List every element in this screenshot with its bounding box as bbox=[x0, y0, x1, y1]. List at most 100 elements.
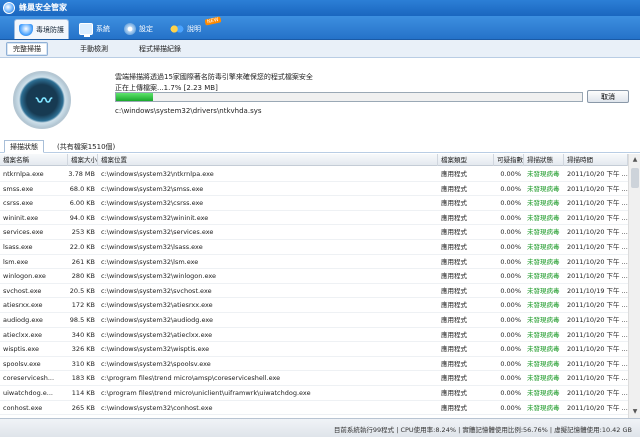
subtab-scan-history[interactable]: 程式掃描紀錄 bbox=[133, 42, 187, 56]
subtab-manual-scan[interactable]: 手動檢測 bbox=[74, 42, 114, 56]
cell-file-size: 94.0 KB bbox=[69, 213, 95, 222]
cell-suspicion: 0.00% bbox=[500, 286, 521, 295]
tab-system[interactable]: 系統 bbox=[75, 19, 114, 39]
cell-scan-status: 未發現病毒 bbox=[527, 213, 560, 222]
table-row[interactable]: coreservicesh... 183 KB c:\program files\t… bbox=[0, 371, 628, 386]
cell-file-name: atiesrxx.exe bbox=[3, 301, 43, 310]
progress-fill bbox=[116, 93, 153, 101]
cell-file-name: lsass.exe bbox=[3, 243, 33, 251]
col-suspicion[interactable]: 可疑指數 bbox=[494, 154, 524, 166]
cell-scan-status: 未發現病毒 bbox=[527, 316, 560, 324]
table-row[interactable]: svchost.exe 20.5 KB c:\windows\system32\sv… bbox=[0, 284, 628, 299]
cell-file-location: c:\windows\system32\audiodg.exe bbox=[101, 316, 214, 324]
col-scan-status[interactable]: 掃描狀態 bbox=[524, 154, 564, 166]
table-row[interactable]: uiwatchdog.e... 114 KB c:\program files\tr… bbox=[0, 386, 628, 401]
system-status-text: 目前系統執行99程式 | CPU使用率:8.24% | 實體記憶體使用比例:56… bbox=[333, 426, 632, 434]
cell-scan-time: 2011/10/20 下午 ... bbox=[567, 316, 628, 324]
cell-suspicion: 0.00% bbox=[500, 184, 521, 193]
cell-file-location: c:\windows\system32\atieclxx.exe bbox=[101, 330, 213, 339]
cell-scan-status: 未發現病毒 bbox=[527, 330, 560, 339]
col-scan-time[interactable]: 掃描時間 bbox=[564, 154, 628, 166]
cell-file-type: 應用程式 bbox=[441, 403, 467, 412]
table-row[interactable]: audiodg.exe 98.5 KB c:\windows\system32\au… bbox=[0, 313, 628, 328]
title-bar: 蜂巢安全管家 bbox=[0, 0, 640, 16]
cell-suspicion: 0.00% bbox=[500, 389, 521, 397]
scroll-down-icon[interactable]: ▼ bbox=[629, 406, 640, 418]
cell-file-type: 應用程式 bbox=[441, 272, 467, 281]
cell-file-name: uiwatchdog.e... bbox=[3, 389, 53, 397]
cell-scan-status: 未發現病毒 bbox=[527, 286, 560, 295]
cell-file-name: services.exe bbox=[3, 228, 44, 237]
monitor-icon bbox=[79, 23, 93, 37]
new-badge: NEW bbox=[204, 16, 222, 26]
vertical-scrollbar[interactable]: ▲ ▼ bbox=[628, 154, 640, 418]
cell-scan-time: 2011/10/20 下午 ... bbox=[567, 345, 628, 354]
scroll-thumb[interactable] bbox=[631, 168, 639, 188]
cell-scan-time: 2011/10/20 下午 ... bbox=[567, 389, 628, 397]
shield-icon bbox=[19, 23, 33, 36]
tab-label: 毒境防護 bbox=[36, 25, 64, 34]
cancel-button[interactable]: 取消 bbox=[587, 90, 629, 103]
cell-suspicion: 0.00% bbox=[500, 272, 521, 281]
cell-scan-time: 2011/10/20 下午 ... bbox=[567, 243, 628, 251]
table-row[interactable]: csrss.exe 6.00 KB c:\windows\system32\csrs… bbox=[0, 196, 628, 211]
tab-label: 設定 bbox=[139, 25, 153, 33]
table-row[interactable]: wininit.exe 94.0 KB c:\windows\system32\wi… bbox=[0, 211, 628, 226]
tab-scan-status[interactable]: 掃描狀態 bbox=[4, 140, 44, 153]
cell-file-type: 應用程式 bbox=[441, 199, 467, 208]
table-row[interactable]: lsm.exe 261 KB c:\windows\system32\lsm.exe… bbox=[0, 255, 628, 270]
table-row[interactable]: services.exe 253 KB c:\windows\system32\se… bbox=[0, 225, 628, 240]
cell-suspicion: 0.00% bbox=[500, 359, 521, 368]
cell-file-name: conhost.exe bbox=[3, 403, 43, 412]
scroll-up-icon[interactable]: ▲ bbox=[629, 154, 640, 166]
col-file-location[interactable]: 檔案位置 bbox=[98, 154, 438, 166]
tab-settings[interactable]: 設定 bbox=[120, 19, 157, 39]
cell-suspicion: 0.00% bbox=[500, 199, 521, 208]
app-logo-icon bbox=[3, 2, 15, 14]
cell-file-location: c:\windows\system32\conhost.exe bbox=[101, 403, 213, 412]
cell-file-size: 98.5 KB bbox=[69, 316, 95, 324]
cell-file-size: 114 KB bbox=[71, 389, 95, 397]
waveform-icon: 〰 bbox=[35, 91, 52, 110]
tab-label: 系統 bbox=[96, 25, 110, 33]
cell-suspicion: 0.00% bbox=[500, 316, 521, 324]
table-row[interactable]: wisptis.exe 326 KB c:\windows\system32\wis… bbox=[0, 342, 628, 357]
cell-file-type: 應用程式 bbox=[441, 374, 467, 383]
col-file-size[interactable]: 檔案大小 bbox=[68, 154, 98, 166]
cell-file-size: 183 KB bbox=[71, 374, 95, 383]
file-count-label: (共有檔案1510個) bbox=[57, 142, 116, 151]
table-row[interactable]: atieclxx.exe 340 KB c:\windows\system32\at… bbox=[0, 328, 628, 343]
cell-scan-status: 未發現病毒 bbox=[527, 199, 560, 208]
cell-suspicion: 0.00% bbox=[500, 257, 521, 266]
cell-file-name: winlogon.exe bbox=[3, 272, 46, 281]
cell-file-name: wisptis.exe bbox=[3, 345, 39, 354]
current-file-path: c:\windows\system32\drivers\ntkvhda.sys bbox=[115, 107, 262, 115]
cell-file-name: svchost.exe bbox=[3, 286, 42, 295]
table-row[interactable]: atiesrxx.exe 172 KB c:\windows\system32\at… bbox=[0, 298, 628, 313]
table-row[interactable]: conhost.exe 265 KB c:\windows\system32\con… bbox=[0, 401, 628, 416]
cell-scan-status: 未發現病毒 bbox=[527, 257, 560, 266]
table-row[interactable]: spoolsv.exe 310 KB c:\windows\system32\spo… bbox=[0, 357, 628, 372]
cell-file-location: c:\windows\system32\wisptis.exe bbox=[101, 345, 210, 354]
table-row[interactable]: smss.exe 68.0 KB c:\windows\system32\smss.… bbox=[0, 182, 628, 197]
sub-tabs: 完整掃描 手動檢測 程式掃描紀錄 bbox=[0, 40, 640, 58]
table-row[interactable]: lsass.exe 22.0 KB c:\windows\system32\lsas… bbox=[0, 240, 628, 255]
scan-progress-bar bbox=[115, 92, 583, 102]
cell-file-location: c:\windows\system32\ntkrnlpa.exe bbox=[101, 170, 214, 178]
table-row[interactable]: ntkrnlpa.exe 3.78 MB c:\windows\system32\n… bbox=[0, 167, 628, 182]
cell-file-location: c:\windows\system32\services.exe bbox=[101, 228, 214, 237]
cell-scan-time: 2011/10/20 下午 ... bbox=[567, 228, 628, 237]
cell-scan-status: 未發現病毒 bbox=[527, 301, 560, 310]
cell-scan-time: 2011/10/20 下午 ... bbox=[567, 257, 628, 266]
cell-suspicion: 0.00% bbox=[500, 243, 521, 251]
col-file-name[interactable]: 檔案名稱 bbox=[0, 154, 68, 166]
cell-file-location: c:\program files\trend micro\uniclient\u… bbox=[101, 389, 311, 397]
tab-help[interactable]: 說明 bbox=[166, 19, 205, 39]
cell-file-type: 應用程式 bbox=[441, 359, 467, 368]
col-file-type[interactable]: 檔案類型 bbox=[438, 154, 494, 166]
table-row[interactable]: winlogon.exe 280 KB c:\windows\system32\wi… bbox=[0, 269, 628, 284]
subtab-full-scan[interactable]: 完整掃描 bbox=[6, 42, 48, 56]
cell-file-name: wininit.exe bbox=[3, 213, 39, 222]
cell-scan-status: 未發現病毒 bbox=[527, 374, 560, 383]
tab-virus-protection[interactable]: 毒境防護 bbox=[14, 19, 69, 39]
